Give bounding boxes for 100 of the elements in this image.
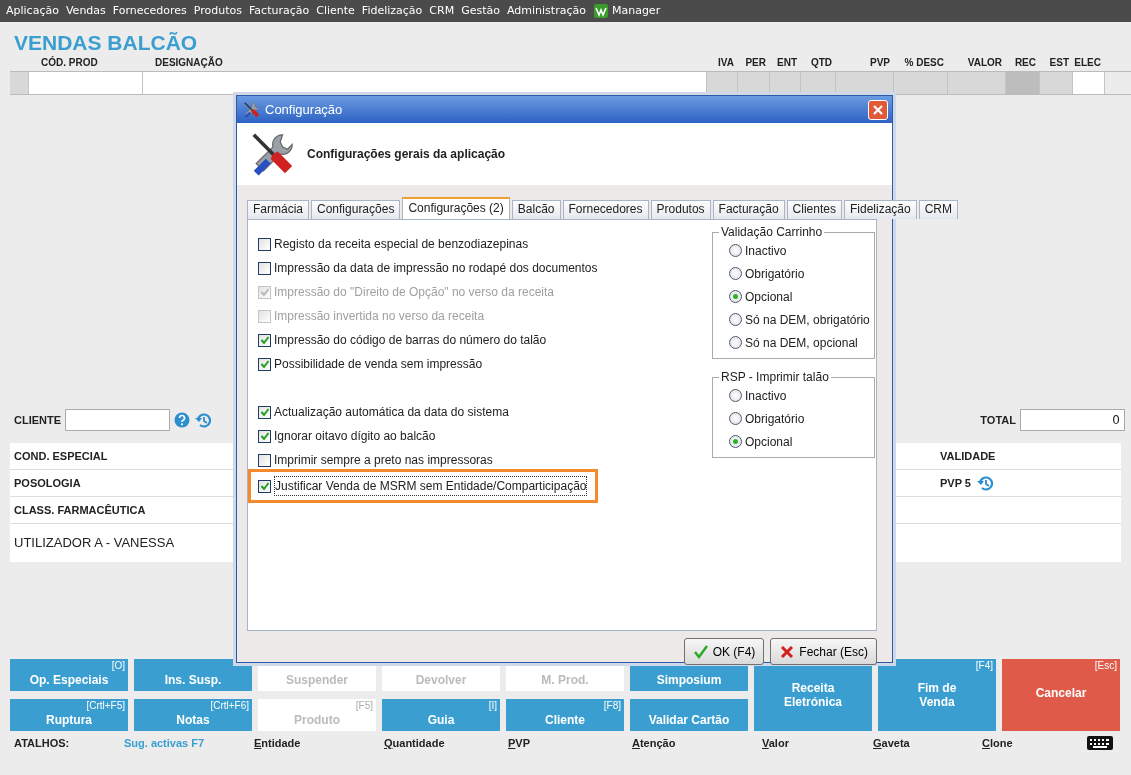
hotkey-label: [O] [111, 660, 125, 671]
total-field: 0 [1020, 409, 1125, 431]
hotkey-label: [Crtl+F6] [210, 700, 249, 711]
tab[interactable]: Farmácia [247, 200, 309, 219]
hotkey-label: [F5] [355, 700, 373, 711]
table-cell[interactable] [29, 72, 143, 94]
checkbox[interactable] [258, 429, 271, 443]
history-icon[interactable] [976, 475, 993, 491]
user-label: UTILIZADOR A - VANESSA [14, 533, 175, 552]
radio-button[interactable] [729, 389, 742, 402]
radio-label: Só na DEM, opcional [745, 334, 858, 352]
help-icon[interactable] [174, 412, 191, 428]
menu-item[interactable]: Fornecedores [112, 2, 187, 20]
radio-button[interactable] [729, 267, 742, 280]
radio-button[interactable] [729, 244, 742, 257]
column-header: % DESC [903, 56, 945, 69]
radio-label: Opcional [745, 433, 793, 451]
tools-icon [243, 100, 261, 119]
shortcut-link[interactable]: PVP [508, 734, 632, 752]
hotkey-label: [I] [488, 700, 497, 711]
column-header: VALOR [966, 56, 1003, 69]
app-icon [592, 3, 609, 19]
radio-button[interactable] [729, 435, 742, 448]
action-button[interactable]: [Esc] Cancelar [1002, 659, 1120, 731]
checkbox-label: Imprimir sempre a preto nas impressoras [274, 452, 493, 469]
radio-label: Inactivo [745, 387, 787, 405]
column-header: PER [744, 56, 767, 69]
shortcut-link[interactable]: Gaveta [873, 734, 982, 752]
checkbox[interactable] [258, 405, 271, 419]
dialog-heading: Configurações gerais da aplicação [307, 146, 506, 163]
tab[interactable]: CRM [918, 200, 958, 219]
checkbox[interactable] [258, 479, 271, 493]
radio-label: Obrigatório [745, 265, 805, 283]
checkbox-label: Justificar Venda de MSRM sem Entidade/Comparticipação [274, 476, 588, 496]
hotkey-label: [F8] [603, 700, 621, 711]
checkbox[interactable] [258, 261, 271, 275]
hotkey-label: [Esc] [1094, 660, 1117, 671]
table-cell[interactable] [1073, 72, 1105, 94]
radio-label: Obrigatório [745, 410, 805, 428]
shortcut-link[interactable]: Quantidade [384, 734, 508, 752]
radio-button[interactable] [729, 412, 742, 425]
radio-button[interactable] [729, 290, 742, 303]
checkbox-label: Impressão da data de impressão no rodapé dos documentos [274, 260, 598, 277]
radio-button[interactable] [729, 336, 742, 349]
history-icon[interactable] [194, 412, 212, 428]
checkbox-label: Possibilidade de venda sem impressão [274, 356, 483, 373]
tab[interactable]: Configurações (2) [402, 197, 510, 219]
radio-label: Opcional [745, 288, 793, 306]
tab[interactable]: Facturação [712, 200, 785, 219]
menu-item[interactable]: Gestão [461, 2, 500, 20]
menu-item[interactable]: Produtos [193, 2, 243, 20]
check-icon [692, 643, 709, 660]
radio-label: Só na DEM, obrigatório [745, 311, 870, 329]
close-icon [872, 103, 884, 116]
window-title: Configuração [265, 100, 343, 119]
shortcut-link[interactable]: Valor [762, 734, 873, 752]
field-label: VALIDADE [940, 448, 996, 464]
client-field[interactable] [65, 409, 171, 431]
menu-item[interactable]: Fidelização [361, 2, 423, 20]
checkbox[interactable] [258, 357, 271, 371]
shortcut-link[interactable]: Atenção [632, 734, 762, 752]
checkbox[interactable] [258, 453, 271, 467]
column-header: QTD [809, 56, 833, 69]
page-title: VENDAS BALCÃO [14, 30, 199, 56]
hotkey-label: [Crtl+F5] [86, 700, 125, 711]
tab[interactable]: Clientes [786, 200, 842, 219]
tab[interactable]: Configurações [311, 200, 401, 219]
close-button[interactable] [868, 99, 888, 120]
checkbox[interactable] [258, 237, 271, 251]
menu-item[interactable]: Manager [611, 2, 661, 20]
tab[interactable]: Balcão [511, 200, 561, 219]
shortcut-link[interactable]: Clone [982, 734, 1087, 752]
tab[interactable]: Fornecedores [562, 200, 649, 219]
shortcut-link[interactable]: Entidade [254, 734, 384, 752]
menu-item[interactable]: Aplicação [6, 2, 59, 20]
tab[interactable]: Produtos [650, 200, 711, 219]
checkbox-label: Registo da receita especial de benzodiazepinas [274, 236, 529, 253]
keyboard-icon[interactable] [1087, 736, 1113, 750]
shortcuts-label: ATALHOS: [14, 735, 71, 751]
column-header: ENT [776, 56, 798, 69]
checkbox-label: Impressão invertida no verso da receita [274, 308, 485, 325]
menu-item[interactable]: Facturação [249, 2, 310, 20]
field-label: POSOLOGIA [14, 475, 81, 491]
checkbox-label: Actualização automática da data do sistema [274, 404, 509, 421]
close-icon [779, 643, 796, 660]
total-label: TOTAL [980, 412, 1016, 428]
radio-button[interactable] [729, 313, 742, 326]
dialog-button[interactable]: OK (F4) [683, 638, 765, 665]
tab[interactable]: Fidelização [843, 200, 917, 219]
checkbox[interactable] [258, 333, 271, 347]
action-button: [F5] Produto [258, 699, 376, 731]
menu-item[interactable]: Cliente [316, 2, 355, 20]
column-header: DESIGNAÇÃO [154, 56, 224, 69]
dialog-button[interactable]: Fechar (Esc) [770, 638, 877, 665]
menu-item[interactable]: CRM [429, 2, 455, 20]
menu-item[interactable]: Administração [507, 2, 586, 20]
menu-item[interactable]: Vendas [65, 2, 106, 20]
table-cell[interactable] [143, 72, 707, 94]
column-header: EST [1048, 56, 1070, 69]
column-header: ELEC [1073, 56, 1102, 69]
